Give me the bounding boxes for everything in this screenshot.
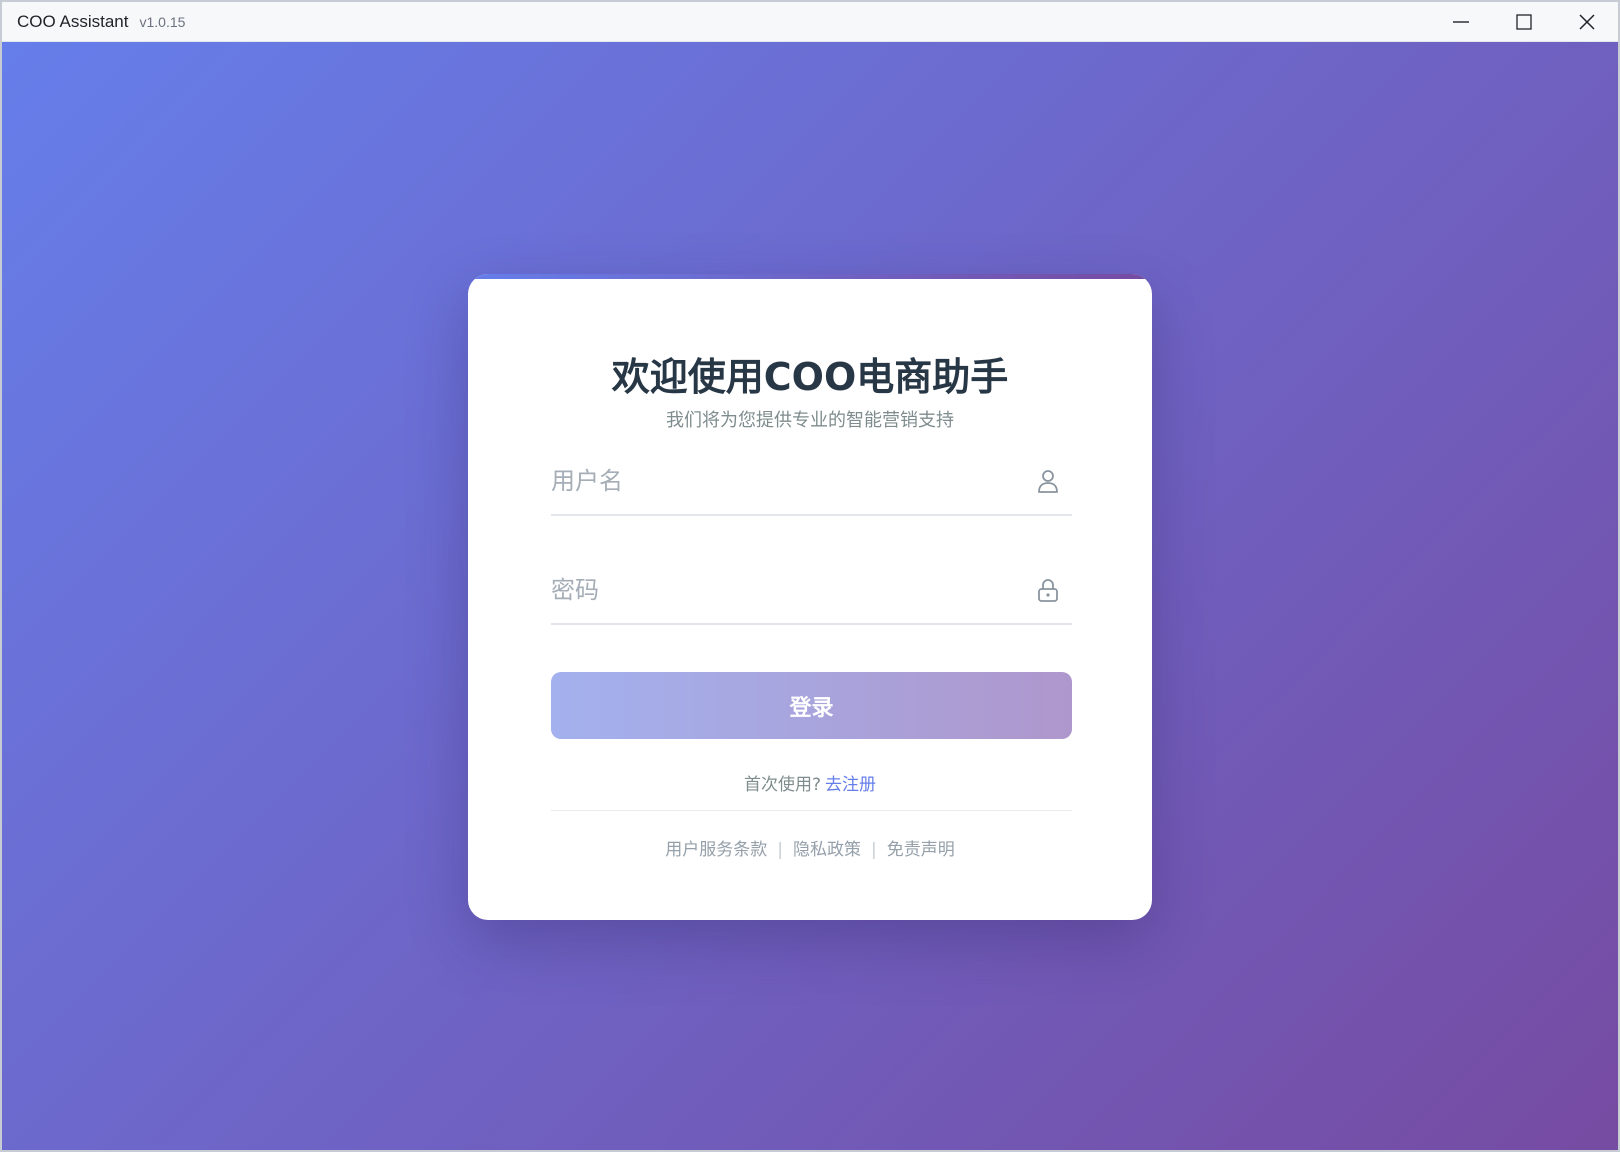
username-field: [551, 450, 1072, 516]
login-button[interactable]: 登录: [551, 672, 1072, 739]
lock-icon: [1034, 576, 1062, 604]
app-window: COO Assistant v1.0.15 欢迎使用COO电商助手 我们将为您提…: [0, 0, 1620, 1152]
app-version: v1.0.15: [139, 13, 186, 30]
password-input[interactable]: [551, 559, 1021, 621]
minimize-icon: [1452, 21, 1469, 23]
divider: [551, 810, 1072, 811]
close-icon: [1578, 14, 1595, 30]
username-input[interactable]: [551, 450, 1021, 512]
minimize-button[interactable]: [1429, 2, 1492, 42]
title-bar[interactable]: COO Assistant v1.0.15: [2, 2, 1618, 42]
login-subtitle: 我们将为您提供专业的智能营销支持: [666, 410, 954, 431]
app-title: COO Assistant: [17, 11, 129, 31]
separator: |: [871, 840, 877, 860]
separator: |: [777, 840, 783, 860]
footer-links: 用户服务条款 | 隐私政策 | 免责声明: [468, 835, 1152, 860]
user-icon: [1034, 467, 1062, 495]
login-title: 欢迎使用COO电商助手: [611, 355, 1009, 399]
card-accent-bar: [468, 274, 1152, 279]
terms-link[interactable]: 用户服务条款: [665, 840, 767, 860]
register-row: 首次使用? 去注册: [468, 770, 1152, 795]
register-link[interactable]: 去注册: [825, 775, 876, 795]
maximize-icon: [1515, 14, 1532, 30]
disclaimer-link[interactable]: 免责声明: [887, 840, 955, 860]
password-field: [551, 559, 1072, 625]
register-prompt: 首次使用?: [743, 775, 822, 795]
login-card: 欢迎使用COO电商助手 我们将为您提供专业的智能营销支持 登录 首次使用?去注册: [468, 274, 1152, 920]
login-background: 欢迎使用COO电商助手 我们将为您提供专业的智能营销支持 登录 首次使用?去注册: [2, 42, 1618, 1150]
privacy-link[interactable]: 隐私政策: [793, 840, 861, 860]
close-button[interactable]: [1555, 2, 1618, 42]
window-controls: [1429, 2, 1618, 42]
maximize-button[interactable]: [1492, 2, 1555, 42]
